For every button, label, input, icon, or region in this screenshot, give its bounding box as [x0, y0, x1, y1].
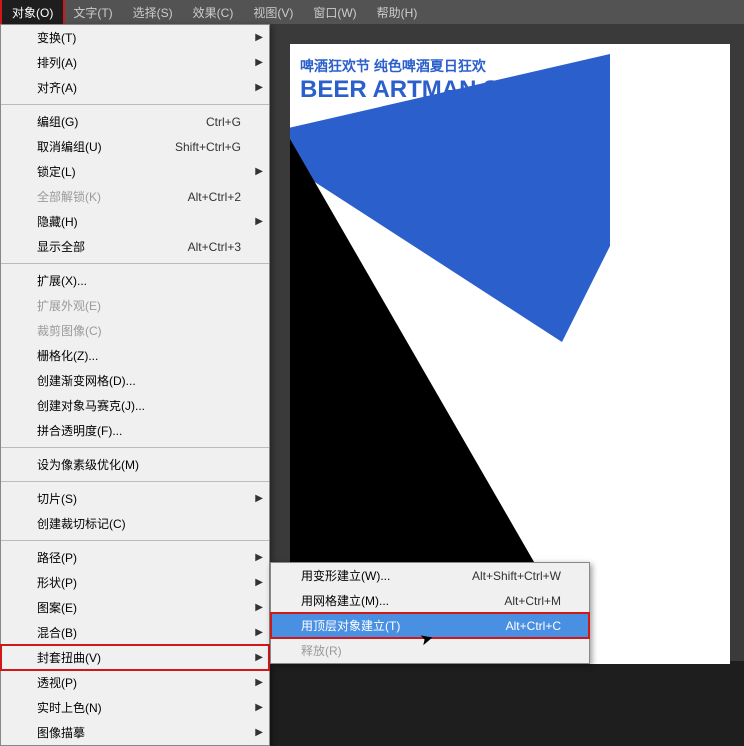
- chevron-right-icon: ▶: [255, 677, 263, 688]
- menu-item-19[interactable]: 设为像素级优化(M): [1, 452, 269, 477]
- menu-item-label: 拼合透明度(F)...: [37, 422, 122, 439]
- menu-item-0[interactable]: 变换(T) ▶: [1, 25, 269, 50]
- menu-item-24[interactable]: 路径(P) ▶: [1, 545, 269, 570]
- menu-window[interactable]: 窗口(W): [303, 0, 366, 25]
- menu-item-17[interactable]: 拼合透明度(F)...: [1, 418, 269, 443]
- chevron-right-icon: ▶: [255, 577, 263, 588]
- chevron-right-icon: ▶: [255, 627, 263, 638]
- menu-item-8[interactable]: 隐藏(H) ▶: [1, 209, 269, 234]
- menu-item-label: 锁定(L): [37, 163, 76, 180]
- menu-item-label: 创建渐变网格(D)...: [37, 372, 136, 389]
- menu-item-13: 裁剪图像(C): [1, 318, 269, 343]
- menu-item-shortcut: Shift+Ctrl+G: [175, 140, 255, 154]
- chevron-right-icon: ▶: [255, 82, 263, 93]
- menu-item-label: 隐藏(H): [37, 213, 78, 230]
- menu-item-9[interactable]: 显示全部 Alt+Ctrl+3: [1, 234, 269, 259]
- menu-item-label: 封套扭曲(V): [37, 649, 101, 666]
- menu-view[interactable]: 视图(V): [243, 0, 303, 25]
- menu-select[interactable]: 选择(S): [123, 0, 183, 25]
- chevron-right-icon: ▶: [255, 493, 263, 504]
- menu-separator: [1, 104, 269, 105]
- menu-item-26[interactable]: 图案(E) ▶: [1, 595, 269, 620]
- chevron-right-icon: ▶: [255, 652, 263, 663]
- chevron-right-icon: ▶: [255, 32, 263, 43]
- menu-item-29[interactable]: 透视(P) ▶: [1, 670, 269, 695]
- menu-type[interactable]: 文字(T): [63, 0, 122, 25]
- menu-item-21[interactable]: 切片(S) ▶: [1, 486, 269, 511]
- menu-item-15[interactable]: 创建渐变网格(D)...: [1, 368, 269, 393]
- menu-item-shortcut: Ctrl+G: [206, 115, 255, 129]
- menu-item-label: 设为像素级优化(M): [37, 456, 139, 473]
- menu-item-25[interactable]: 形状(P) ▶: [1, 570, 269, 595]
- submenu-item-shortcut: Alt+Shift+Ctrl+W: [472, 569, 575, 583]
- menu-help[interactable]: 帮助(H): [367, 0, 428, 25]
- chevron-right-icon: ▶: [255, 727, 263, 738]
- menu-item-6[interactable]: 锁定(L) ▶: [1, 159, 269, 184]
- menu-object[interactable]: 对象(O): [2, 0, 63, 25]
- menu-item-14[interactable]: 栅格化(Z)...: [1, 343, 269, 368]
- submenu-item-label: 释放(R): [301, 642, 342, 659]
- menu-item-label: 形状(P): [37, 574, 77, 591]
- chevron-right-icon: ▶: [255, 602, 263, 613]
- menu-item-label: 扩展(X)...: [37, 272, 87, 289]
- artwork-right-text: 冰爽啤酒节 CRAZYBEER 冰爽夏日 疯狂啤酒: [610, 344, 744, 664]
- menu-item-2[interactable]: 对齐(A) ▶: [1, 75, 269, 100]
- menu-item-label: 透视(P): [37, 674, 77, 691]
- menu-item-27[interactable]: 混合(B) ▶: [1, 620, 269, 645]
- chevron-right-icon: ▶: [255, 166, 263, 177]
- menu-item-label: 扩展外观(E): [37, 297, 101, 314]
- menu-item-label: 路径(P): [37, 549, 77, 566]
- menu-item-30[interactable]: 实时上色(N) ▶: [1, 695, 269, 720]
- menu-item-16[interactable]: 创建对象马赛克(J)...: [1, 393, 269, 418]
- menu-item-label: 排列(A): [37, 54, 77, 71]
- submenu-item-1[interactable]: 用网格建立(M)... Alt+Ctrl+M: [271, 588, 589, 613]
- menu-item-shortcut: Alt+Ctrl+2: [188, 190, 255, 204]
- envelope-distort-submenu: 用变形建立(W)... Alt+Shift+Ctrl+W 用网格建立(M)... Al…: [270, 562, 590, 664]
- menu-separator: [1, 540, 269, 541]
- submenu-item-shortcut: Alt+Ctrl+M: [504, 594, 575, 608]
- submenu-item-label: 用变形建立(W)...: [301, 567, 390, 584]
- submenu-item-label: 用网格建立(M)...: [301, 592, 389, 609]
- menu-item-28[interactable]: 封套扭曲(V) ▶: [1, 645, 269, 670]
- menu-item-label: 编组(G): [37, 113, 78, 130]
- menu-item-31[interactable]: 图像描摹 ▶: [1, 720, 269, 745]
- object-menu-dropdown: 变换(T) ▶ 排列(A) ▶ 对齐(A) ▶ 编组(G) Ctrl+G 取消编组(U) Shif…: [0, 24, 270, 746]
- menu-item-label: 全部解锁(K): [37, 188, 101, 205]
- chevron-right-icon: ▶: [255, 57, 263, 68]
- menu-item-shortcut: Alt+Ctrl+3: [188, 240, 255, 254]
- menu-separator: [1, 481, 269, 482]
- menu-item-label: 图案(E): [37, 599, 77, 616]
- submenu-item-shortcut: Alt+Ctrl+C: [506, 619, 575, 633]
- menu-separator: [1, 447, 269, 448]
- menu-item-label: 创建裁切标记(C): [37, 515, 126, 532]
- menu-item-label: 取消编组(U): [37, 138, 102, 155]
- menu-item-label: 变换(T): [37, 29, 76, 46]
- menu-item-label: 图像描摹: [37, 724, 85, 741]
- chevron-right-icon: ▶: [255, 702, 263, 713]
- chevron-right-icon: ▶: [255, 552, 263, 563]
- submenu-item-label: 用顶层对象建立(T): [301, 617, 400, 634]
- menu-item-7: 全部解锁(K) Alt+Ctrl+2: [1, 184, 269, 209]
- menu-item-label: 对齐(A): [37, 79, 77, 96]
- menu-item-label: 实时上色(N): [37, 699, 102, 716]
- menu-effect[interactable]: 效果(C): [183, 0, 244, 25]
- menu-item-1[interactable]: 排列(A) ▶: [1, 50, 269, 75]
- menu-separator: [1, 263, 269, 264]
- submenu-item-0[interactable]: 用变形建立(W)... Alt+Shift+Ctrl+W: [271, 563, 589, 588]
- menu-item-label: 创建对象马赛克(J)...: [37, 397, 145, 414]
- menu-item-12: 扩展外观(E): [1, 293, 269, 318]
- menu-item-11[interactable]: 扩展(X)...: [1, 268, 269, 293]
- menu-item-4[interactable]: 编组(G) Ctrl+G: [1, 109, 269, 134]
- menubar: 对象(O) 文字(T) 选择(S) 效果(C) 视图(V) 窗口(W) 帮助(H…: [0, 0, 744, 24]
- menu-item-label: 显示全部: [37, 238, 85, 255]
- menu-item-label: 混合(B): [37, 624, 77, 641]
- menu-item-label: 裁剪图像(C): [37, 322, 102, 339]
- chevron-right-icon: ▶: [255, 216, 263, 227]
- menu-item-label: 切片(S): [37, 490, 77, 507]
- menu-item-22[interactable]: 创建裁切标记(C): [1, 511, 269, 536]
- menu-item-5[interactable]: 取消编组(U) Shift+Ctrl+G: [1, 134, 269, 159]
- menu-item-label: 栅格化(Z)...: [37, 347, 98, 364]
